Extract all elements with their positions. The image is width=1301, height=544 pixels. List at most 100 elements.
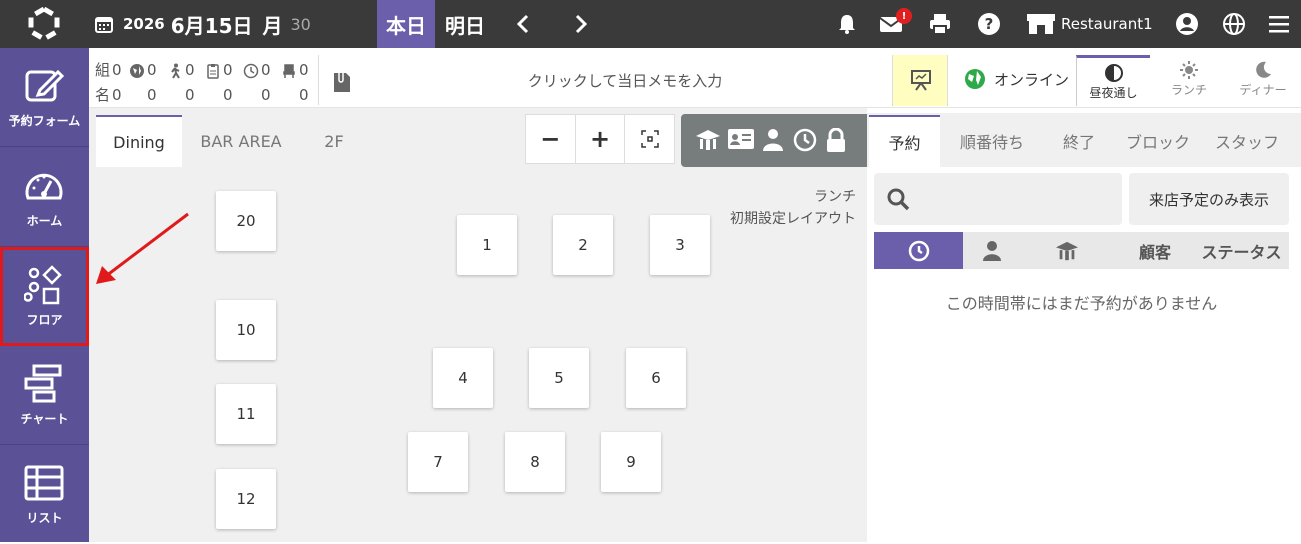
sidebar-item-home[interactable]: ホーム — [0, 148, 89, 247]
tomorrow-button[interactable]: 明日 — [435, 0, 495, 48]
edit-icon — [25, 69, 64, 102]
printer-icon[interactable] — [928, 12, 952, 36]
table-2[interactable]: 2 — [553, 215, 613, 275]
table-10[interactable]: 10 — [216, 300, 276, 360]
stat-value: 0 — [223, 61, 233, 79]
display-toggle-button[interactable] — [892, 55, 948, 106]
tab-block[interactable]: ブロック — [1120, 115, 1196, 167]
fit-screen-button[interactable] — [625, 115, 674, 163]
sidebar-item-reservation-form[interactable]: 予約フォーム — [0, 48, 89, 147]
globe-stat-icon — [130, 63, 144, 78]
floor-tab-2f[interactable]: 2F — [305, 115, 363, 167]
table-7[interactable]: 7 — [408, 432, 468, 492]
fit-screen-icon — [640, 130, 659, 148]
table-12[interactable]: 12 — [216, 469, 276, 529]
meal-filter-label: 昼夜通し — [1089, 86, 1138, 100]
bell-icon[interactable] — [835, 12, 859, 36]
sort-by-time[interactable] — [874, 232, 963, 269]
date-month-day: 6月15日 — [170, 13, 253, 38]
list-icon — [24, 465, 64, 501]
zoom-controls: − + — [525, 114, 675, 164]
tab-reservations[interactable]: 予約 — [869, 115, 940, 167]
reservation-stats: 組0 0 0 0 0 0 名0 0 0 0 0 0 — [95, 58, 319, 108]
half-circle-icon — [1104, 64, 1123, 82]
app-logo-icon[interactable] — [27, 7, 61, 41]
table-8[interactable]: 8 — [505, 432, 565, 492]
table-1[interactable]: 1 — [457, 215, 517, 275]
sidebar-item-label: チャート — [20, 412, 69, 426]
layout-name: ランチ 初期設定レイアウト — [700, 186, 856, 230]
online-label: オンライン — [994, 70, 1070, 89]
sidebar-item-label: ホーム — [26, 214, 63, 228]
visit-only-filter-button[interactable]: 来店予定のみ表示 — [1129, 173, 1289, 225]
chevron-left-icon[interactable] — [512, 12, 536, 36]
stat-value: 0 — [261, 61, 271, 79]
reservation-search-input[interactable] — [874, 173, 1122, 225]
groups-label: 組 — [95, 61, 111, 79]
table-20[interactable]: 20 — [216, 191, 276, 251]
meal-filter-lunch[interactable]: ランチ — [1152, 55, 1226, 106]
table-view-options — [681, 114, 867, 167]
svg-text:?: ? — [985, 15, 994, 33]
sidebar-item-chart[interactable]: チャート — [0, 346, 89, 445]
sidebar-item-floor[interactable]: フロア — [0, 247, 89, 346]
table-11[interactable]: 11 — [216, 384, 276, 444]
sort-by-table[interactable] — [1034, 232, 1100, 269]
help-icon[interactable]: ? — [977, 12, 1001, 36]
online-status[interactable]: オンライン — [964, 68, 1069, 90]
pointer-arrow-icon — [96, 212, 189, 284]
people-row: 名0 0 0 0 0 0 — [95, 83, 319, 108]
meal-filter-dinner[interactable]: ディナー — [1226, 55, 1300, 106]
hamburger-menu-icon[interactable] — [1267, 12, 1291, 36]
meal-filter-all[interactable]: 昼夜通し — [1076, 55, 1150, 106]
floor-tab-dining[interactable]: Dining — [96, 115, 182, 167]
id-card-icon[interactable] — [727, 128, 755, 150]
clock-icon[interactable] — [793, 128, 817, 152]
stat-value: 0 — [299, 86, 309, 104]
date-display[interactable]: 2026 6月15日 月 30 — [95, 0, 311, 48]
lock-icon[interactable] — [825, 128, 847, 152]
sidebar-item-list[interactable]: リスト — [0, 445, 89, 544]
memo-icon — [334, 70, 350, 92]
date-weekday: 月 — [262, 13, 283, 38]
zoom-out-button[interactable]: − — [526, 115, 576, 163]
column-customer[interactable]: 顧客 — [1126, 232, 1184, 269]
table-5[interactable]: 5 — [529, 348, 589, 408]
stat-value: 0 — [147, 86, 157, 104]
tab-staff[interactable]: スタッフ — [1207, 115, 1287, 167]
chart-icon — [24, 364, 62, 403]
tab-waitlist[interactable]: 順番待ち — [950, 115, 1034, 167]
table-9[interactable]: 9 — [601, 432, 661, 492]
table-icon[interactable] — [695, 128, 721, 152]
floor-tab-bar-area[interactable]: BAR AREA — [190, 115, 292, 167]
zoom-in-button[interactable]: + — [576, 115, 626, 163]
calendar-icon — [95, 17, 113, 33]
mail-badge: ! — [896, 8, 912, 24]
table-6[interactable]: 6 — [626, 348, 686, 408]
table-4[interactable]: 4 — [433, 348, 493, 408]
globe-icon[interactable] — [1222, 12, 1246, 36]
dashboard-icon — [25, 173, 63, 200]
store-icon[interactable] — [1026, 12, 1056, 36]
chevron-right-icon[interactable] — [568, 12, 592, 36]
divider — [318, 55, 319, 105]
clock-icon — [908, 240, 929, 261]
meal-filter-label: ランチ — [1170, 83, 1207, 97]
sort-by-people[interactable] — [963, 232, 1021, 269]
today-button[interactable]: 本日 — [377, 0, 435, 48]
person-icon[interactable] — [763, 128, 783, 152]
stat-value: 0 — [112, 61, 122, 79]
floor-icon — [24, 265, 62, 305]
walk-in-icon — [171, 63, 180, 79]
user-account-icon[interactable] — [1175, 12, 1199, 36]
people-label: 名 — [95, 86, 111, 104]
top-bar: 2026 6月15日 月 30 本日 明日 ! ? Restaurant1 — [0, 0, 1301, 48]
tab-finished[interactable]: 終了 — [1050, 115, 1108, 167]
sidebar-item-label: フロア — [26, 313, 63, 327]
daily-memo-input[interactable]: クリックして当日メモを入力 — [420, 70, 830, 91]
table-3[interactable]: 3 — [650, 215, 710, 275]
restaurant-name[interactable]: Restaurant1 — [1061, 15, 1153, 33]
clipboard-icon — [207, 63, 219, 79]
floor-plan-area — [89, 108, 867, 542]
column-status[interactable]: ステータス — [1199, 232, 1284, 269]
